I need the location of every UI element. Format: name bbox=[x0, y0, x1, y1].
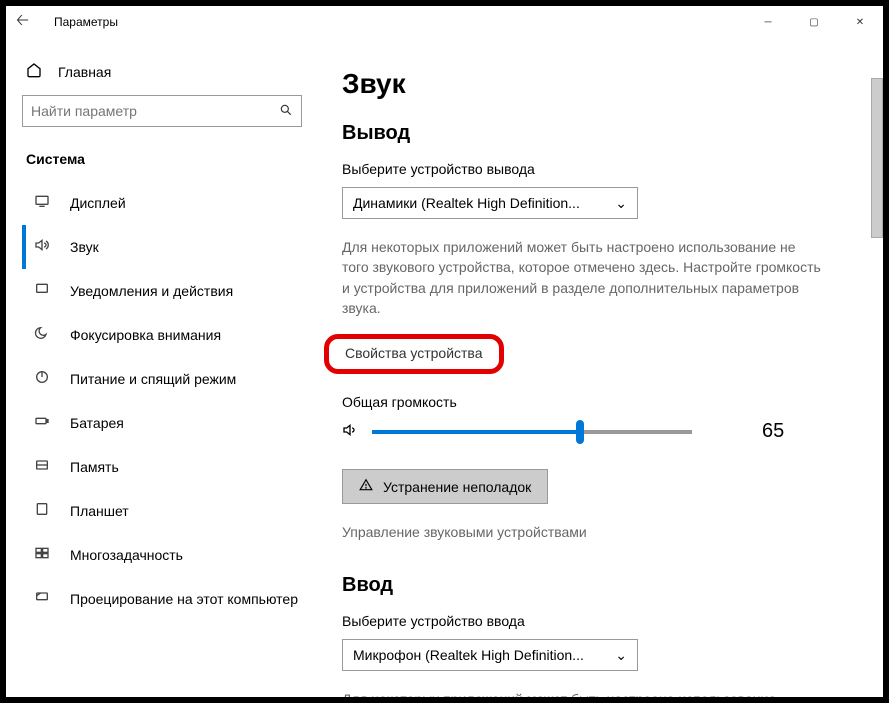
search-input[interactable] bbox=[31, 103, 279, 119]
speaker-icon bbox=[32, 237, 52, 257]
back-arrow-icon[interactable]: 🡠 bbox=[16, 9, 40, 36]
multitask-icon bbox=[32, 545, 52, 565]
input-help-text: Для некоторых приложений может быть наст… bbox=[342, 689, 822, 697]
nav-label: Многозадачность bbox=[70, 547, 183, 563]
search-icon bbox=[279, 103, 293, 120]
sidebar-item-storage[interactable]: Память bbox=[22, 445, 322, 489]
output-device-dropdown[interactable]: Динамики (Realtek High Definition... ⌄ bbox=[342, 187, 638, 219]
sidebar-item-sound[interactable]: Звук bbox=[22, 225, 322, 269]
volume-row: 65 bbox=[342, 420, 855, 443]
sidebar-item-display[interactable]: Дисплей bbox=[22, 181, 322, 225]
input-heading: Ввод bbox=[342, 574, 855, 597]
manage-devices-link[interactable]: Управление звуковыми устройствами bbox=[342, 524, 855, 540]
input-device-dropdown[interactable]: Микрофон (Realtek High Definition... ⌄ bbox=[342, 639, 638, 671]
project-icon bbox=[32, 589, 52, 609]
speaker-mini-icon[interactable] bbox=[342, 422, 362, 442]
volume-value: 65 bbox=[762, 420, 784, 443]
maximize-button[interactable]: ▢ bbox=[791, 6, 837, 38]
output-heading: Вывод bbox=[342, 122, 855, 145]
power-icon bbox=[32, 369, 52, 389]
nav-label: Батарея bbox=[70, 415, 124, 431]
nav-label: Проецирование на этот компьютер bbox=[70, 591, 298, 607]
sidebar-item-notifications[interactable]: Уведомления и действия bbox=[22, 269, 322, 313]
warning-icon bbox=[359, 478, 373, 495]
chevron-down-icon: ⌄ bbox=[615, 647, 627, 664]
nav-label: Фокусировка внимания bbox=[70, 327, 221, 343]
page-title: Звук bbox=[342, 68, 855, 100]
slider-fill bbox=[372, 430, 580, 434]
scrollbar[interactable] bbox=[871, 78, 883, 238]
notifications-icon bbox=[32, 281, 52, 301]
sidebar-item-power[interactable]: Питание и спящий режим bbox=[22, 357, 322, 401]
nav-label: Память bbox=[70, 459, 119, 475]
minimize-button[interactable]: ─ bbox=[745, 6, 791, 38]
volume-slider[interactable] bbox=[372, 430, 692, 434]
nav-list: Дисплей Звук Уведомления и действия Фоку… bbox=[22, 181, 322, 621]
moon-icon bbox=[32, 325, 52, 345]
input-device-label: Выберите устройство ввода bbox=[342, 613, 855, 629]
dropdown-value: Микрофон (Realtek High Definition... bbox=[353, 647, 584, 663]
troubleshoot-label: Устранение неполадок bbox=[383, 479, 531, 495]
titlebar: 🡠 Параметры ─ ▢ ✕ bbox=[6, 6, 883, 38]
nav-label: Питание и спящий режим bbox=[70, 371, 236, 387]
home-label: Главная bbox=[58, 64, 111, 80]
sidebar-item-tablet[interactable]: Планшет bbox=[22, 489, 322, 533]
sidebar-item-focus[interactable]: Фокусировка внимания bbox=[22, 313, 322, 357]
main-content: Звук Вывод Выберите устройство вывода Ди… bbox=[322, 38, 883, 697]
dropdown-value: Динамики (Realtek High Definition... bbox=[353, 195, 580, 211]
nav-label: Звук bbox=[70, 239, 99, 255]
output-device-label: Выберите устройство вывода bbox=[342, 161, 855, 177]
sidebar-section-label: Система bbox=[22, 127, 322, 181]
chevron-down-icon: ⌄ bbox=[615, 195, 627, 212]
slider-thumb[interactable] bbox=[576, 420, 584, 444]
nav-label: Дисплей bbox=[70, 195, 126, 211]
close-button[interactable]: ✕ bbox=[837, 6, 883, 38]
window-title: Параметры bbox=[54, 15, 745, 29]
search-box[interactable] bbox=[22, 95, 302, 127]
tablet-icon bbox=[32, 501, 52, 521]
device-properties-highlight: Свойства устройства bbox=[324, 334, 504, 374]
device-properties-link[interactable]: Свойства устройства bbox=[345, 345, 483, 361]
sidebar-item-project[interactable]: Проецирование на этот компьютер bbox=[22, 577, 322, 621]
output-help-text: Для некоторых приложений может быть наст… bbox=[342, 237, 822, 318]
sidebar: Главная Система Дисплей Звук Уведомления… bbox=[6, 38, 322, 697]
window-controls: ─ ▢ ✕ bbox=[745, 6, 883, 38]
sidebar-item-multitask[interactable]: Многозадачность bbox=[22, 533, 322, 577]
display-icon bbox=[32, 193, 52, 213]
sidebar-home[interactable]: Главная bbox=[22, 56, 322, 95]
volume-label: Общая громкость bbox=[342, 394, 855, 410]
home-icon bbox=[26, 62, 44, 81]
storage-icon bbox=[32, 457, 52, 477]
nav-label: Уведомления и действия bbox=[70, 283, 233, 299]
battery-icon bbox=[32, 413, 52, 433]
troubleshoot-button[interactable]: Устранение неполадок bbox=[342, 469, 548, 504]
sidebar-item-battery[interactable]: Батарея bbox=[22, 401, 322, 445]
nav-label: Планшет bbox=[70, 503, 129, 519]
